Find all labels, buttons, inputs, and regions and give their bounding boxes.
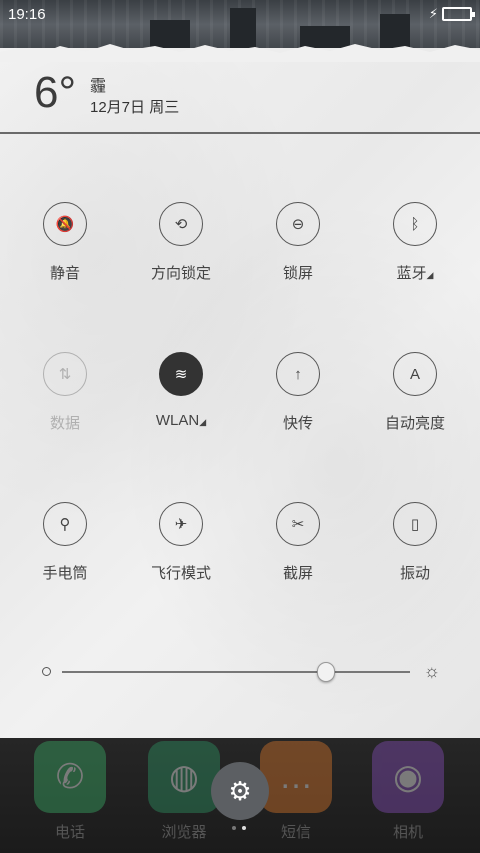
dock-app-camera[interactable]: ◉ 相机 (370, 741, 446, 842)
brightness-high-icon: ☼ (423, 661, 441, 681)
more-options-icon: ◢ (426, 270, 434, 280)
charging-icon: ⚡ (428, 6, 438, 21)
toggle-label: 锁屏 (243, 262, 353, 283)
toggle-label: 蓝牙◢ (360, 262, 470, 283)
vibrate-icon: ▯ (393, 502, 437, 546)
more-options-icon: ◢ (199, 417, 207, 427)
status-bar: 19:16 ⚡ (0, 0, 480, 28)
dock-app-sms[interactable]: … 短信 (258, 741, 334, 842)
toggle-lock[interactable]: ⊖ 锁屏 (243, 202, 353, 283)
sms-icon: … (260, 741, 332, 813)
screenshot-icon: ✂ (276, 502, 320, 546)
brightness-handle[interactable] (317, 662, 336, 682)
toggle-label: 方向锁定 (126, 262, 236, 283)
battery-icon (442, 7, 475, 21)
bell-off-icon: 🔕 (43, 202, 87, 246)
toggle-airplane[interactable]: ✈ 飞行模式 (126, 502, 236, 583)
toggle-rotation-lock[interactable]: ⟲ 方向锁定 (126, 202, 236, 283)
toggle-label: 手电筒 (10, 562, 120, 583)
clock: 19:16 (8, 5, 46, 23)
toggle-label-text: 静音 (49, 265, 80, 282)
toggle-label-text: WLAN (155, 412, 200, 429)
rotation-lock-icon: ⟲ (159, 202, 203, 246)
toggle-label-text: 振动 (399, 565, 430, 582)
phone-icon: ✆ (34, 741, 106, 813)
toggle-bell-off[interactable]: 🔕 静音 (10, 202, 120, 283)
lock-icon: ⊖ (276, 202, 320, 246)
temperature: 6° (34, 68, 77, 117)
toggle-label: 自动亮度 (360, 412, 470, 433)
date-text: 12月7日 周三 (90, 99, 180, 116)
weather-widget[interactable]: 6° 霾 12月7日 周三 (0, 62, 480, 134)
toggle-label: 快传 (243, 412, 353, 433)
settings-button[interactable]: ⚙ (211, 762, 269, 820)
toggle-label: 数据 (10, 412, 120, 433)
page-dot (242, 826, 246, 830)
toggle-mobile-data[interactable]: ⇅ 数据 (10, 352, 120, 433)
dock-app-label: 相机 (392, 824, 423, 841)
toggle-label-text: 飞行模式 (150, 565, 211, 582)
page-dot (232, 826, 236, 830)
toggle-label-text: 自动亮度 (384, 415, 445, 432)
toggle-vibrate[interactable]: ▯ 振动 (360, 502, 470, 583)
wifi-icon: ≋ (159, 352, 203, 396)
toggle-label: WLAN◢ (126, 412, 236, 429)
toggle-label-text: 手电筒 (42, 565, 88, 582)
mobile-data-icon: ⇅ (43, 352, 87, 396)
bluetooth-icon: ᛒ (393, 202, 437, 246)
gear-icon: ⚙ (228, 775, 252, 806)
browser-icon: ◍ (148, 741, 220, 813)
toggle-label-text: 截屏 (282, 565, 313, 582)
battery-indicator: ⚡ (428, 6, 475, 22)
dock-app-label: 电话 (54, 824, 85, 841)
auto-brightness-icon: A (393, 352, 437, 396)
flashlight-icon: ⚲ (43, 502, 87, 546)
toggle-label: 静音 (10, 262, 120, 283)
toggle-screenshot[interactable]: ✂ 截屏 (243, 502, 353, 583)
quick-transfer-icon: ↑ (276, 352, 320, 396)
airplane-icon: ✈ (159, 502, 203, 546)
torn-paper-edge (0, 44, 480, 62)
brightness-slider[interactable]: ☼ (40, 660, 440, 684)
header-divider (0, 132, 480, 134)
dock-app-label: 短信 (280, 824, 311, 841)
toggle-label-text: 方向锁定 (150, 265, 211, 282)
page-indicator (232, 826, 246, 830)
toggle-label: 飞行模式 (126, 562, 236, 583)
toggle-wifi[interactable]: ≋ WLAN◢ (126, 352, 236, 429)
brightness-track[interactable] (62, 671, 410, 673)
toggle-label-text: 数据 (49, 415, 80, 432)
toggle-flashlight[interactable]: ⚲ 手电筒 (10, 502, 120, 583)
brightness-low-icon (42, 667, 51, 676)
weather-condition: 霾 (90, 78, 107, 95)
toggle-label-text: 锁屏 (282, 265, 313, 282)
camera-icon: ◉ (372, 741, 444, 813)
toggle-bluetooth[interactable]: ᛒ 蓝牙◢ (360, 202, 470, 283)
dock-app-phone[interactable]: ✆ 电话 (32, 741, 108, 842)
toggle-quick-transfer[interactable]: ↑ 快传 (243, 352, 353, 433)
toggle-label-text: 蓝牙 (396, 265, 427, 282)
dock-app-label: 浏览器 (161, 824, 207, 841)
toggle-label: 截屏 (243, 562, 353, 583)
toggle-label-text: 快传 (282, 415, 313, 432)
toggle-label: 振动 (360, 562, 470, 583)
toggle-auto-brightness[interactable]: A 自动亮度 (360, 352, 470, 433)
